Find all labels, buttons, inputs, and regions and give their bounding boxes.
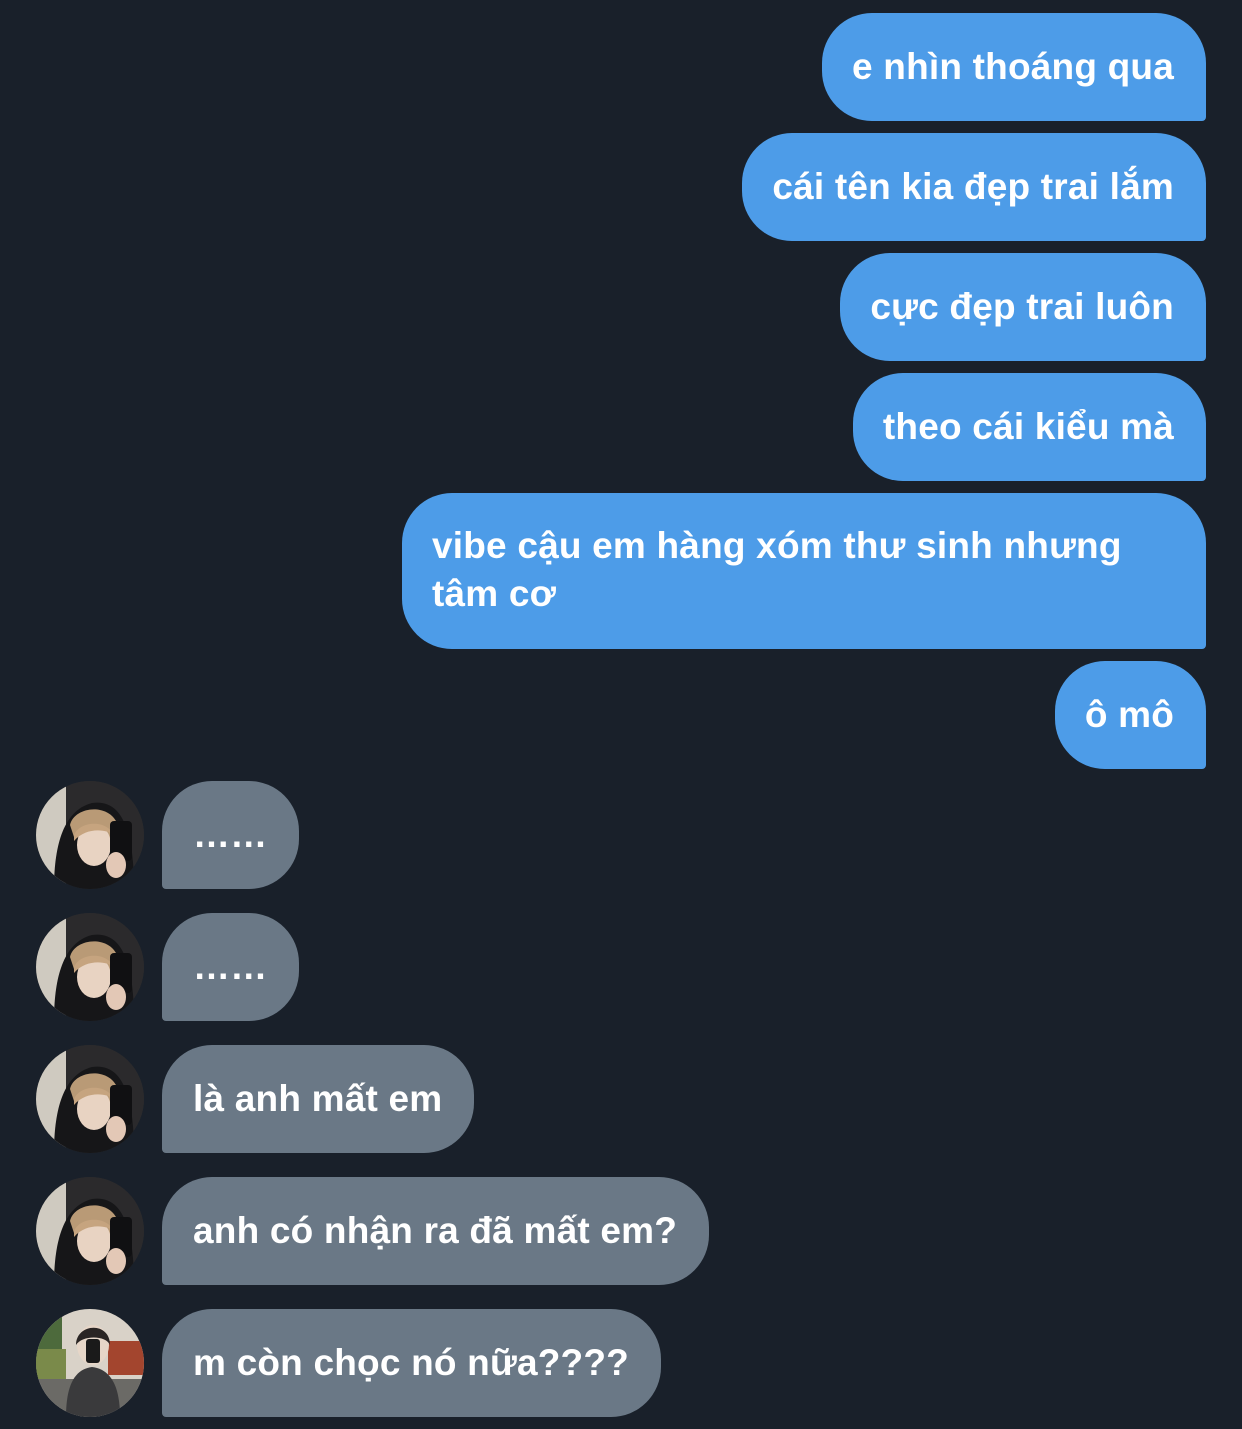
incoming-message[interactable]: là anh mất em bbox=[162, 1045, 475, 1153]
avatar-photo-icon bbox=[36, 781, 144, 889]
avatar-photo-icon bbox=[36, 1309, 144, 1417]
sender-avatar[interactable] bbox=[36, 1309, 144, 1417]
message-text: anh có nhận ra đã mất em? bbox=[193, 1210, 678, 1251]
outgoing-message[interactable]: cái tên kia đẹp trai lắm bbox=[742, 133, 1206, 241]
message-text: cái tên kia đẹp trai lắm bbox=[772, 166, 1174, 207]
outgoing-message[interactable]: e nhìn thoáng qua bbox=[822, 13, 1206, 121]
avatar-photo-icon bbox=[36, 913, 144, 1021]
outgoing-message[interactable]: theo cái kiểu mà bbox=[852, 373, 1206, 481]
message-text: cực đẹp trai luôn bbox=[870, 286, 1174, 327]
sender-avatar[interactable] bbox=[36, 781, 144, 889]
sender-avatar[interactable] bbox=[36, 913, 144, 1021]
message-text: là anh mất em bbox=[193, 1078, 443, 1119]
outgoing-message[interactable]: vibe cậu em hàng xóm thư sinh nhưng tâm … bbox=[402, 493, 1206, 649]
avatar-photo-icon bbox=[36, 1045, 144, 1153]
message-text: vibe cậu em hàng xóm thư sinh nhưng tâm … bbox=[432, 525, 1122, 614]
incoming-message[interactable]: …… bbox=[162, 781, 300, 889]
chat-thread: e nhìn thoáng qua cái tên kia đẹp trai l… bbox=[0, 0, 1242, 1429]
incoming-message[interactable]: anh có nhận ra đã mất em? bbox=[162, 1177, 710, 1285]
outgoing-message[interactable]: cực đẹp trai luôn bbox=[840, 253, 1206, 361]
message-text: ô mô bbox=[1084, 694, 1174, 735]
message-text: theo cái kiểu mà bbox=[882, 406, 1174, 447]
sender-avatar[interactable] bbox=[36, 1045, 144, 1153]
incoming-message[interactable]: …… bbox=[162, 913, 300, 1021]
sender-avatar[interactable] bbox=[36, 1177, 144, 1285]
incoming-message[interactable]: m còn chọc nó nữa???? bbox=[162, 1309, 661, 1417]
outgoing-message[interactable]: ô mô bbox=[1054, 661, 1206, 769]
message-text: m còn chọc nó nữa???? bbox=[193, 1342, 629, 1383]
message-text: …… bbox=[193, 814, 268, 855]
avatar-photo-icon bbox=[36, 1177, 144, 1285]
message-text: e nhìn thoáng qua bbox=[852, 46, 1174, 87]
message-text: …… bbox=[193, 946, 268, 987]
